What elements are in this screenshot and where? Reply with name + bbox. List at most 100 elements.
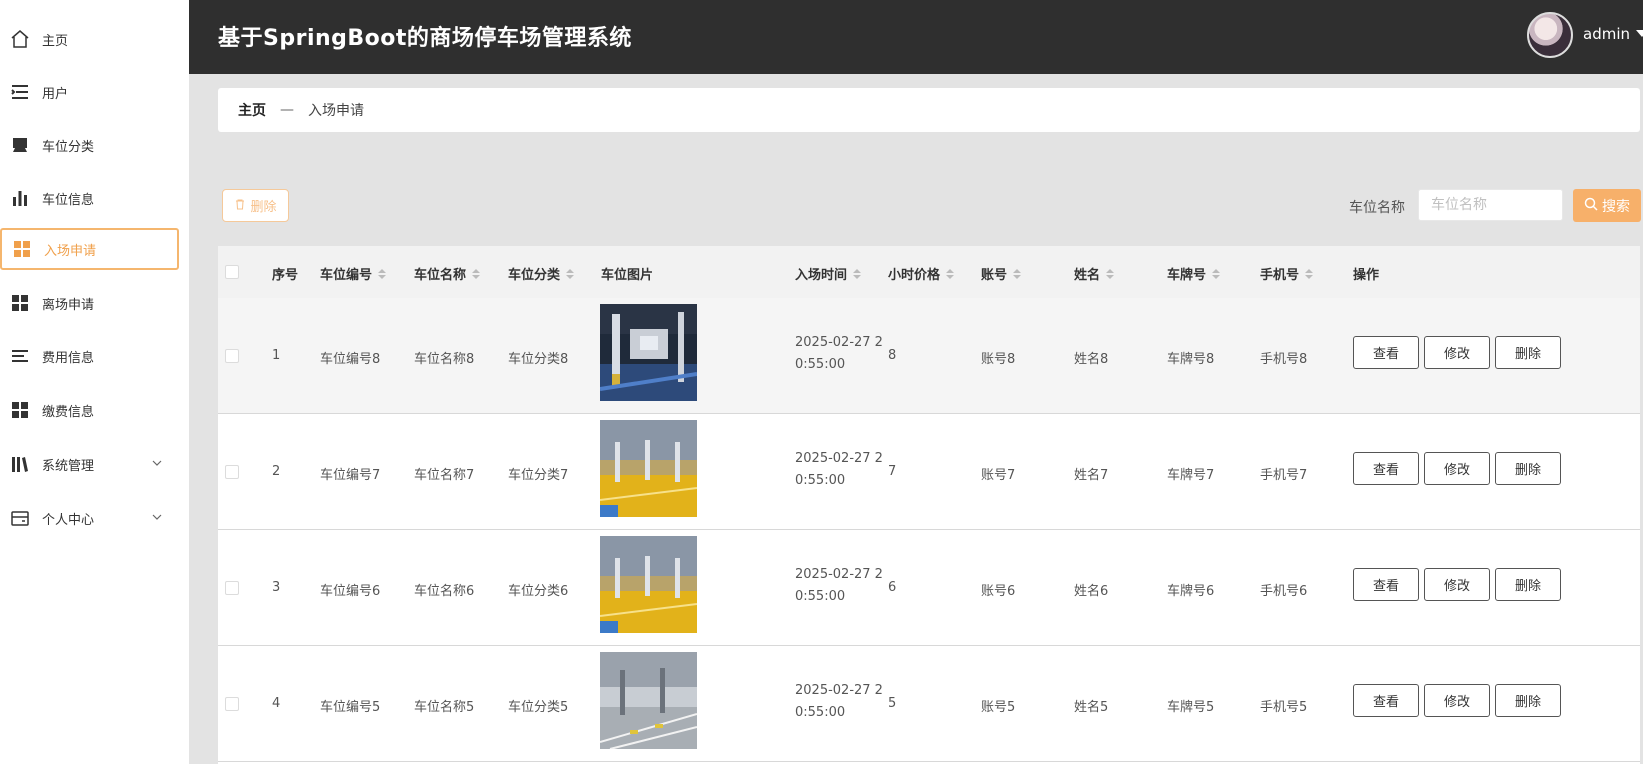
caret-down-icon[interactable] — [1636, 30, 1643, 37]
chevron-down-icon — [152, 457, 162, 472]
cell-entry-time: 2025-02-27 20:55:00 — [795, 451, 883, 488]
cell-person: 姓名7 — [1074, 468, 1109, 483]
table-row: 2 车位编号7 车位名称7 车位分类7 2025-02-27 20:55:00 … — [218, 414, 1640, 530]
column-header-person[interactable]: 姓名 — [1074, 264, 1115, 283]
cell-phone: 手机号6 — [1260, 584, 1308, 599]
sidebar-item-label: 个人中心 — [42, 512, 95, 528]
sidebar-item-users[interactable]: 用户 — [0, 71, 180, 113]
sidebar-item-label: 缴费信息 — [42, 404, 95, 420]
row-checkbox[interactable] — [225, 697, 239, 711]
column-header-actions: 操作 — [1353, 268, 1380, 283]
list-icon — [10, 82, 30, 102]
sidebar-item-entry-application[interactable]: 入场申请 — [0, 228, 179, 270]
cell-category: 车位分类5 — [508, 700, 569, 715]
cell-index: 1 — [272, 348, 281, 363]
breadcrumb-home[interactable]: 主页 — [238, 100, 266, 120]
user-name[interactable]: admin — [1583, 25, 1630, 43]
sidebar-item-label: 系统管理 — [42, 458, 95, 474]
sort-icon — [378, 268, 387, 279]
batch-delete-button[interactable]: 删除 — [222, 189, 289, 222]
column-header-code[interactable]: 车位编号 — [320, 264, 387, 283]
edit-button[interactable]: 修改 — [1424, 336, 1490, 369]
avatar[interactable] — [1527, 12, 1573, 58]
sidebar-item-parking-info[interactable]: 车位信息 — [0, 177, 180, 219]
cell-price: 8 — [888, 348, 897, 363]
sidebar-item-system-management[interactable]: 系统管理 — [0, 443, 180, 485]
search-button-label: 搜索 — [1602, 198, 1630, 215]
view-button[interactable]: 查看 — [1353, 336, 1419, 369]
cell-index: 3 — [272, 580, 281, 595]
table-row: 1 车位编号8 车位名称8 车位分类8 2025-02-27 20:55:00 … — [218, 298, 1640, 414]
grid-icon — [12, 239, 32, 259]
breadcrumb: 主页 — 入场申请 — [218, 88, 1640, 132]
column-header-name[interactable]: 车位名称 — [414, 264, 481, 283]
grid-icon — [10, 293, 30, 313]
sort-icon — [1106, 268, 1115, 279]
delete-button[interactable]: 删除 — [1495, 452, 1561, 485]
row-checkbox[interactable] — [225, 581, 239, 595]
library-icon — [10, 454, 30, 474]
cell-account: 账号6 — [981, 584, 1016, 599]
sidebar-item-fee-info[interactable]: 费用信息 — [0, 335, 180, 377]
cell-person: 姓名5 — [1074, 700, 1109, 715]
sidebar-item-parking-category[interactable]: 车位分类 — [0, 124, 180, 166]
chevron-down-icon — [152, 511, 162, 526]
cell-account: 账号8 — [981, 352, 1016, 367]
cell-code: 车位编号5 — [320, 700, 381, 715]
home-icon — [10, 29, 30, 49]
cell-code: 车位编号7 — [320, 468, 381, 483]
cell-name: 车位名称8 — [414, 352, 475, 367]
parking-image[interactable] — [600, 420, 697, 517]
breadcrumb-current: 入场申请 — [308, 103, 364, 119]
view-button[interactable]: 查看 — [1353, 568, 1419, 601]
search-label: 车位名称 — [1349, 200, 1405, 216]
cell-category: 车位分类6 — [508, 584, 569, 599]
cell-code: 车位编号6 — [320, 584, 381, 599]
column-header-category[interactable]: 车位分类 — [508, 264, 575, 283]
parking-image[interactable] — [600, 304, 697, 401]
column-header-account[interactable]: 账号 — [981, 264, 1022, 283]
card-icon — [10, 508, 30, 528]
cell-entry-time: 2025-02-27 20:55:00 — [795, 683, 883, 720]
search-input[interactable] — [1418, 189, 1563, 221]
cell-plate: 车牌号8 — [1167, 352, 1215, 367]
sidebar: 主页 用户 车位分类 车位信息 入场申请 离场申请 费用信息 缴费信息 系统管理… — [0, 0, 189, 764]
column-header-image: 车位图片 — [601, 268, 654, 283]
edit-button[interactable]: 修改 — [1424, 452, 1490, 485]
sidebar-item-home[interactable]: 主页 — [0, 18, 180, 60]
lines-icon — [10, 346, 30, 366]
sidebar-item-payment-info[interactable]: 缴费信息 — [0, 389, 180, 431]
sort-icon — [853, 268, 862, 279]
sidebar-item-label: 主页 — [42, 33, 69, 49]
parking-image[interactable] — [600, 652, 697, 749]
cell-price: 7 — [888, 464, 897, 479]
parking-image[interactable] — [600, 536, 697, 633]
row-checkbox[interactable] — [225, 465, 239, 479]
row-checkbox[interactable] — [225, 349, 239, 363]
cell-index: 2 — [272, 464, 281, 479]
cell-account: 账号5 — [981, 700, 1016, 715]
sidebar-item-exit-application[interactable]: 离场申请 — [0, 282, 180, 324]
select-all-checkbox[interactable] — [225, 265, 239, 279]
edit-button[interactable]: 修改 — [1424, 684, 1490, 717]
view-button[interactable]: 查看 — [1353, 452, 1419, 485]
sort-icon — [946, 268, 955, 279]
column-header-phone[interactable]: 手机号 — [1260, 264, 1314, 283]
sort-icon — [1212, 268, 1221, 279]
cell-name: 车位名称7 — [414, 468, 475, 483]
cell-name: 车位名称5 — [414, 700, 475, 715]
app-title: 基于SpringBoot的商场停车场管理系统 — [218, 26, 632, 51]
delete-button[interactable]: 删除 — [1495, 336, 1561, 369]
view-button[interactable]: 查看 — [1353, 684, 1419, 717]
cell-plate: 车牌号5 — [1167, 700, 1215, 715]
column-header-entry-time[interactable]: 入场时间 — [795, 264, 862, 283]
edit-button[interactable]: 修改 — [1424, 568, 1490, 601]
sidebar-item-label: 费用信息 — [42, 350, 95, 366]
column-header-hourly-price[interactable]: 小时价格 — [888, 264, 955, 283]
search-button[interactable]: 搜索 — [1573, 189, 1641, 222]
sidebar-item-personal-center[interactable]: 个人中心 — [0, 497, 180, 539]
delete-button[interactable]: 删除 — [1495, 684, 1561, 717]
column-header-plate[interactable]: 车牌号 — [1167, 264, 1221, 283]
sidebar-item-label: 离场申请 — [42, 297, 95, 313]
delete-button[interactable]: 删除 — [1495, 568, 1561, 601]
